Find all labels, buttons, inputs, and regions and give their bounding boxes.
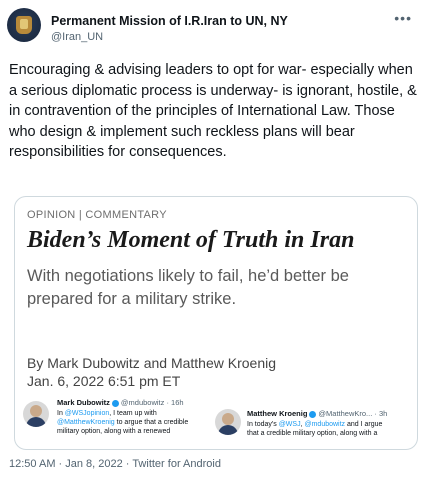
article-headline: Biden’s Moment of Truth in Iran: [27, 227, 355, 253]
embedded-text: In today's @WSJ, @mdubowitz and I argue …: [247, 420, 417, 438]
text-span: In: [57, 410, 65, 417]
embedded-author-name: Matthew Kroenig: [247, 409, 308, 418]
embedded-author: Matthew Kroenig @MatthewKro... · 3h: [247, 409, 387, 418]
avatar: [23, 401, 49, 427]
mention-link[interactable]: @mdubowitz: [304, 421, 345, 428]
text-span: and I argue: [345, 421, 383, 428]
text-span: to argue that a credible: [114, 419, 189, 426]
embedded-tweet-dubowitz[interactable]: Mark Dubowitz @mdubowitz · 16h In @WSJopi…: [23, 397, 223, 447]
tweet-timestamp[interactable]: 12:50 AM · Jan 8, 2022 · Twitter for And…: [9, 458, 221, 470]
text-line: that a credible military option, along w…: [247, 430, 378, 437]
mention-link[interactable]: @MatthewKroenig: [57, 419, 115, 426]
tweet-header: Permanent Mission of I.R.Iran to UN, NY …: [7, 8, 418, 48]
article-byline: By Mark Dubowitz and Matthew Kroenig: [27, 355, 276, 371]
embedded-meta: @mdubowitz · 16h: [120, 398, 184, 407]
handle[interactable]: @Iran_UN: [51, 31, 103, 43]
mention-link[interactable]: @WSJopinion: [65, 410, 109, 417]
avatar[interactable]: [7, 8, 41, 42]
embedded-author: Mark Dubowitz @mdubowitz · 16h: [57, 398, 184, 407]
text-span: In today's: [247, 421, 279, 428]
text-span: , I team up with: [109, 410, 157, 417]
verified-icon: [111, 399, 119, 407]
emblem-icon: [16, 16, 32, 34]
text-line: military option, along with a renewed: [57, 428, 171, 435]
article-date: Jan. 6, 2022 6:51 pm ET: [27, 373, 181, 389]
avatar: [215, 409, 241, 435]
verified-icon: [309, 410, 317, 418]
quoted-article-card[interactable]: OPINION | COMMENTARY Biden’s Moment of T…: [14, 196, 418, 450]
embedded-meta: @MatthewKro... · 3h: [318, 409, 388, 418]
embedded-text: In @WSJopinion, I team up with @MatthewK…: [57, 409, 227, 436]
embedded-tweet-kroenig[interactable]: Matthew Kroenig @MatthewKro... · 3h In to…: [215, 407, 415, 447]
display-name[interactable]: Permanent Mission of I.R.Iran to UN, NY: [51, 14, 288, 28]
more-horizontal-icon[interactable]: •••: [394, 10, 412, 26]
article-deck: With negotiations likely to fail, he’d b…: [27, 267, 349, 308]
tweet-text: Encouraging & advising leaders to opt fo…: [9, 62, 417, 160]
article-section: OPINION | COMMENTARY: [27, 209, 167, 221]
mention-link[interactable]: @WSJ: [279, 421, 301, 428]
embedded-author-name: Mark Dubowitz: [57, 398, 110, 407]
